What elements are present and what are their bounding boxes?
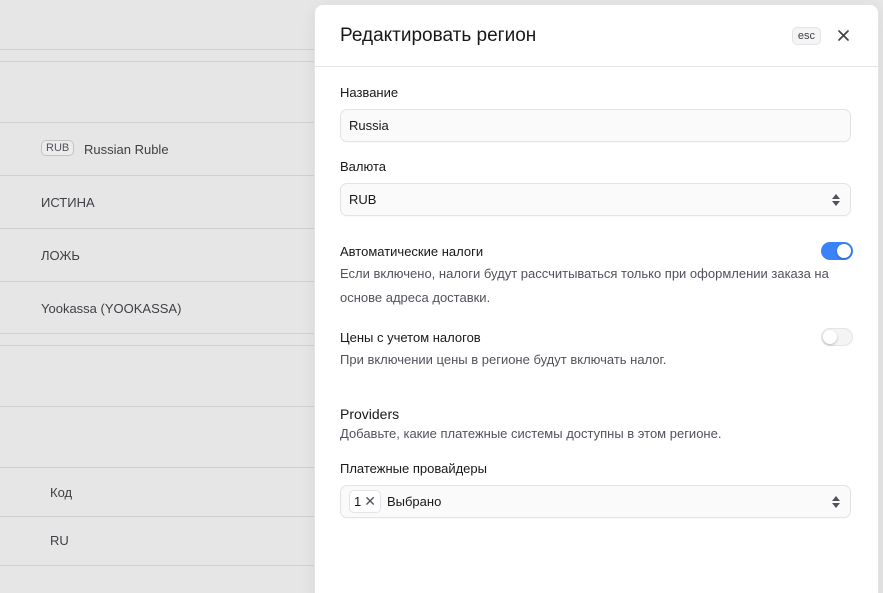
providers-section: Providers Добавьте, какие платежные сист… xyxy=(340,406,853,446)
clear-selection-button[interactable]: ✕ xyxy=(364,493,376,510)
edit-region-drawer: Редактировать регион esc Название Russia… xyxy=(315,5,878,593)
name-input[interactable]: Russia xyxy=(340,109,851,142)
payment-providers-field: Платежные провайдеры 1 ✕ Выбрано xyxy=(340,461,853,518)
automatic-taxes-label: Автоматические налоги xyxy=(340,243,484,259)
payment-providers-select[interactable]: 1 ✕ Выбрано xyxy=(340,485,851,518)
payment-provider-value: Yookassa (YOOKASSA) xyxy=(41,301,182,316)
name-label: Название xyxy=(340,85,399,100)
divider xyxy=(0,228,320,229)
divider xyxy=(0,49,320,50)
divider xyxy=(0,565,320,566)
close-icon xyxy=(837,30,849,41)
table-header-code: Код xyxy=(50,485,73,500)
currency-code-badge: RUB xyxy=(41,140,75,156)
name-field: Название Russia xyxy=(340,85,853,142)
chevron-up-down-icon xyxy=(832,193,840,206)
divider xyxy=(0,467,320,468)
providers-heading: Providers xyxy=(340,406,400,422)
selected-text: Выбрано xyxy=(386,494,442,509)
providers-help: Добавьте, какие платежные системы доступ… xyxy=(340,426,722,441)
currency-label: Валюта xyxy=(340,159,386,174)
selected-count-tag: 1 ✕ xyxy=(349,490,381,513)
automatic-taxes-section: Автоматические налоги Если включено, нал… xyxy=(340,242,853,310)
name-value: Russia xyxy=(349,118,389,133)
currency-select[interactable]: RUB xyxy=(340,183,851,216)
currency-name: Russian Ruble xyxy=(84,142,169,157)
divider xyxy=(0,61,320,62)
tax-inclusive-section: Цены с учетом налогов При включении цены… xyxy=(340,328,853,372)
chevron-up-down-icon xyxy=(832,495,840,508)
divider xyxy=(0,175,320,176)
currency-field: Валюта RUB xyxy=(340,159,853,216)
payment-providers-label: Платежные провайдеры xyxy=(340,461,487,476)
drawer-title: Редактировать регион xyxy=(340,24,537,46)
automatic-taxes-value: ИСТИНА xyxy=(41,195,95,210)
esc-shortcut-badge: esc xyxy=(791,26,821,45)
tax-inclusive-label: Цены с учетом налогов xyxy=(340,329,481,345)
divider xyxy=(0,333,320,334)
divider xyxy=(0,406,320,407)
drawer-header: Редактировать регион esc xyxy=(315,5,878,67)
automatic-taxes-help: Если включено, налоги будут рассчитывать… xyxy=(340,266,829,305)
divider xyxy=(0,516,320,517)
tax-inclusive-value: ЛОЖЬ xyxy=(41,248,80,263)
table-cell-code: RU xyxy=(50,533,69,548)
close-button[interactable] xyxy=(833,26,853,46)
divider xyxy=(0,281,320,282)
currency-value: RUB xyxy=(349,192,377,207)
divider xyxy=(0,345,320,346)
tax-inclusive-help: При включении цены в регионе будут включ… xyxy=(340,352,667,367)
divider xyxy=(0,122,320,123)
selected-count: 1 xyxy=(354,494,362,509)
automatic-taxes-toggle[interactable] xyxy=(821,242,853,260)
tax-inclusive-toggle[interactable] xyxy=(821,328,853,346)
